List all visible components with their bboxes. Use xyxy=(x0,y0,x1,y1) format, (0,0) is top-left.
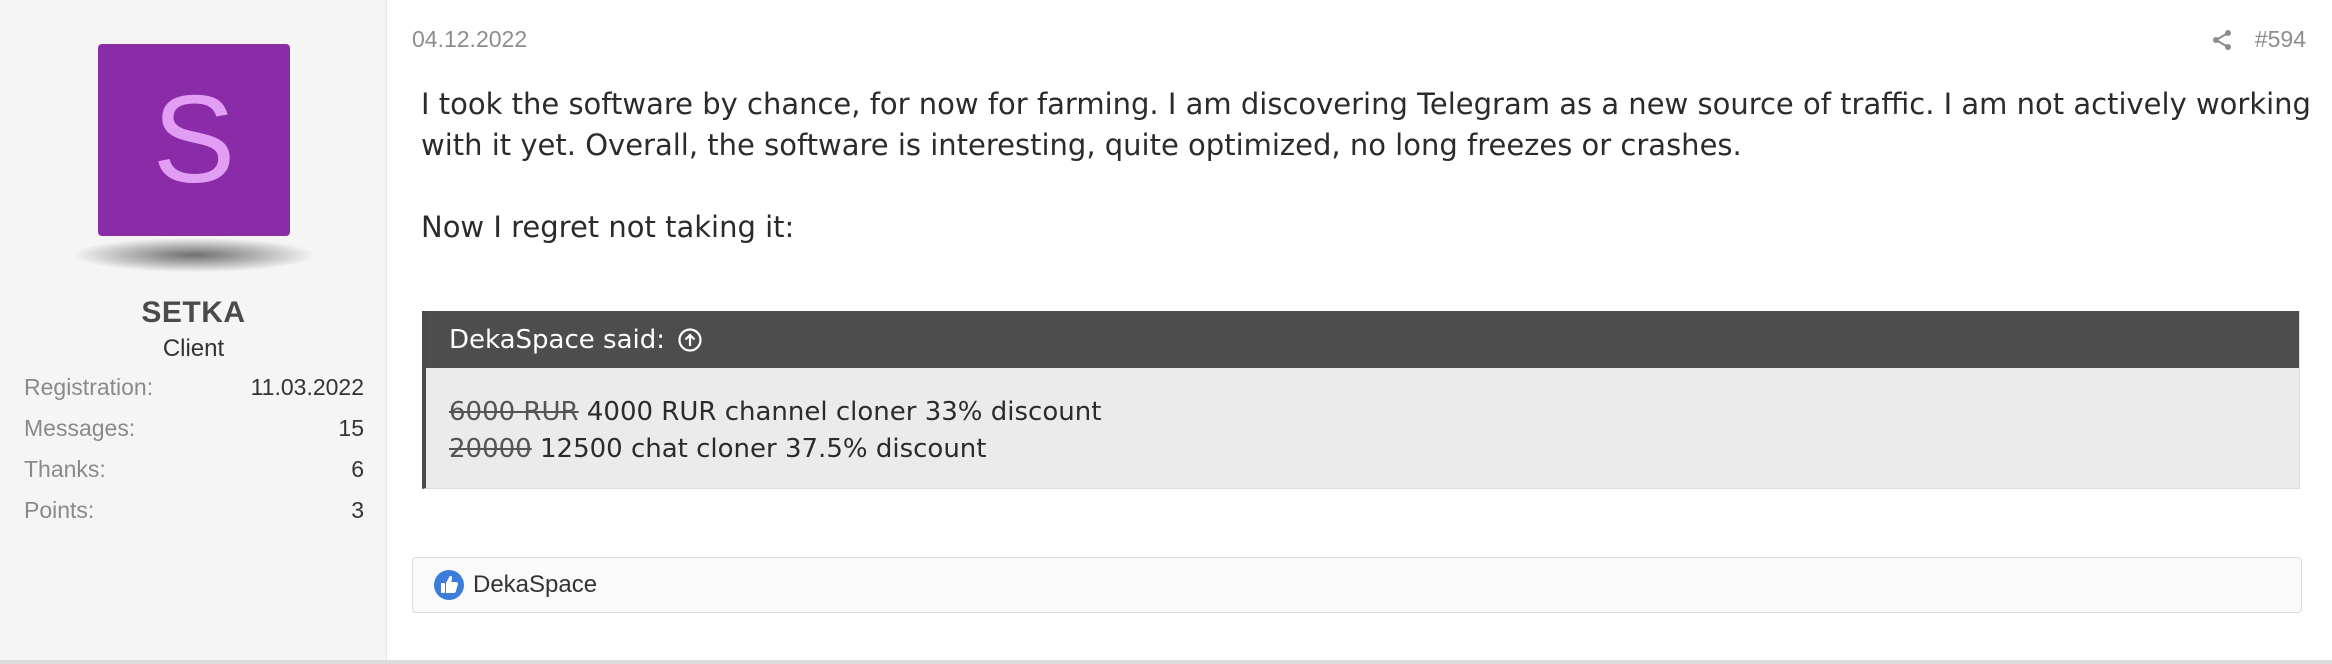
stat-row-points: Points: 3 xyxy=(24,493,364,534)
avatar[interactable]: S xyxy=(98,44,290,236)
stat-value: 6 xyxy=(351,456,364,482)
user-stats: Registration: 11.03.2022 Messages: 15 Th… xyxy=(24,370,364,534)
quote-block: DekaSpace said: 6000 RUR 4000 RUR channe… xyxy=(422,311,2300,489)
avatar-letter: S xyxy=(152,71,236,209)
username-link[interactable]: SETKA xyxy=(0,296,387,330)
stat-row-messages: Messages: 15 xyxy=(24,411,364,452)
quote-line: 6000 RUR 4000 RUR channel cloner 33% dis… xyxy=(449,394,2299,431)
post-actions: #594 xyxy=(2211,26,2306,53)
old-price: 20000 xyxy=(449,434,532,464)
avatar-shadow xyxy=(74,238,314,272)
stat-label: Messages: xyxy=(24,415,136,441)
stat-label: Thanks: xyxy=(24,456,106,482)
stat-value: 3 xyxy=(351,497,364,523)
arrow-up-circle-icon[interactable] xyxy=(677,327,703,353)
share-icon[interactable] xyxy=(2211,29,2233,51)
reactions-bar: DekaSpace xyxy=(412,557,2302,613)
forum-post: S SETKA Client Registration: 11.03.2022 … xyxy=(0,0,2332,664)
stat-label: Points: xyxy=(24,497,95,523)
quote-author[interactable]: DekaSpace said: xyxy=(449,325,665,355)
quote-line: 20000 12500 chat cloner 37.5% discount xyxy=(449,431,2299,468)
post-main: 04.12.2022 #594 I took the software by c… xyxy=(387,0,2332,660)
stat-value: 15 xyxy=(338,415,364,441)
user-title: Client xyxy=(162,335,225,362)
stat-row-registration: Registration: 11.03.2022 xyxy=(24,370,364,411)
quote-header: DekaSpace said: xyxy=(426,311,2299,368)
stat-row-thanks: Thanks: 6 xyxy=(24,452,364,493)
stat-label: Registration: xyxy=(24,374,154,400)
post-message: I took the software by chance, for now f… xyxy=(421,84,2311,248)
thumbs-up-icon[interactable] xyxy=(433,569,465,601)
message-paragraph: I took the software by chance, for now f… xyxy=(421,87,2311,162)
reaction-user-link[interactable]: DekaSpace xyxy=(473,571,597,599)
post-date-link[interactable]: 04.12.2022 xyxy=(412,26,527,53)
message-paragraph: Now I regret not taking it: xyxy=(421,210,795,244)
stat-value: 11.03.2022 xyxy=(250,374,364,400)
user-sidebar: S SETKA Client Registration: 11.03.2022 … xyxy=(0,0,387,660)
old-price: 6000 RUR xyxy=(449,397,579,427)
quote-text: 12500 chat cloner 37.5% discount xyxy=(531,434,987,464)
quote-text: 4000 RUR channel cloner 33% discount xyxy=(578,397,1102,427)
post-number-link[interactable]: #594 xyxy=(2255,26,2306,53)
quote-body: 6000 RUR 4000 RUR channel cloner 33% dis… xyxy=(426,368,2299,468)
